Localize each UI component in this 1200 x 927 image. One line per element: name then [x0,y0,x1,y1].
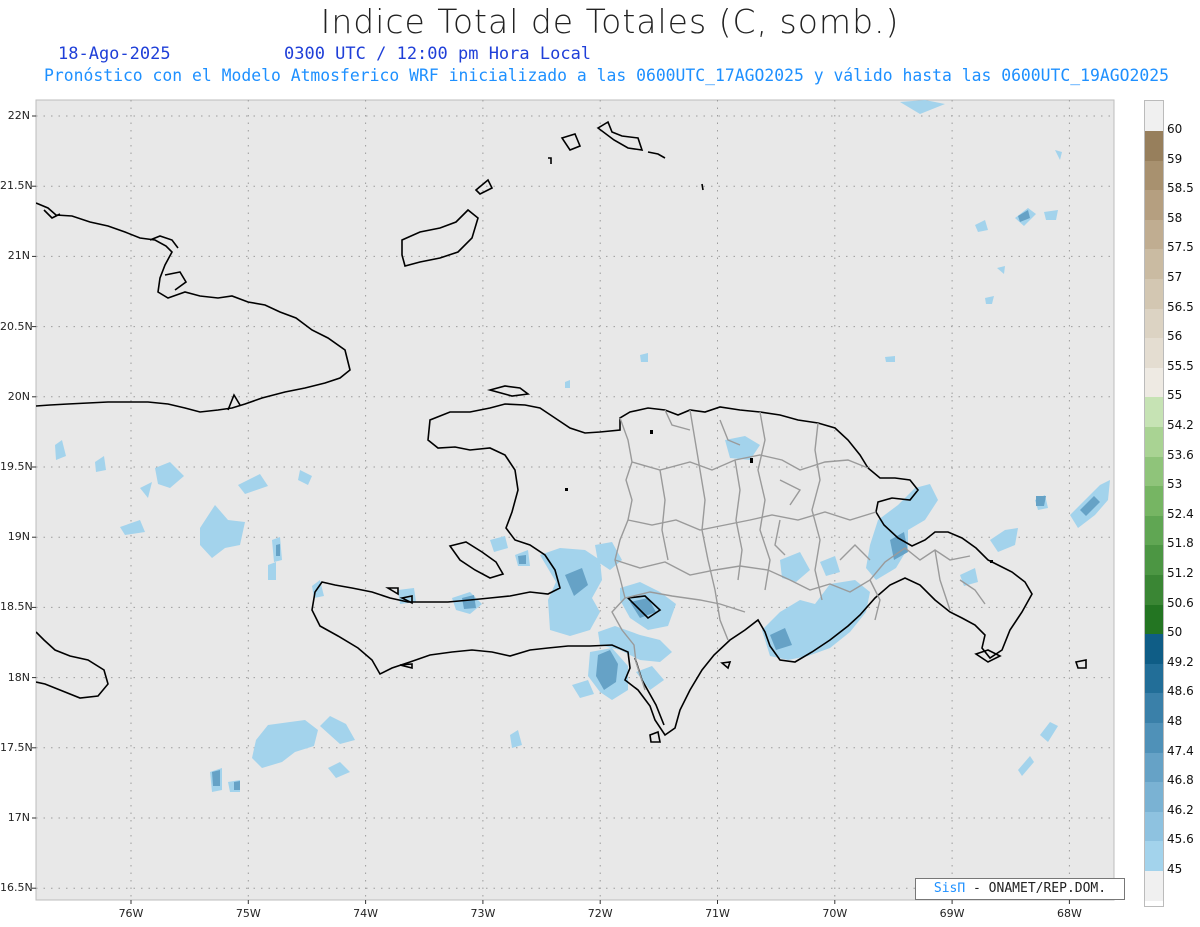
colorbar-label: 51.2 [1167,566,1194,580]
coastline-islet [701,183,704,191]
colorbar-segment [1145,723,1163,754]
colorbar-label: 50.6 [1167,595,1194,610]
lon-label: 76W [118,907,144,920]
colorbar-segment [1145,101,1163,131]
colorbar-label: 45.6 [1167,832,1194,847]
credit-text: - ONAMET/REP.DOM. [965,881,1107,896]
shading-area [268,562,276,580]
colorbar-label: 48.6 [1167,684,1194,699]
colorbar-segment [1145,545,1163,576]
colorbar-label: 59 [1167,151,1183,166]
lon-label: 69W [939,907,965,920]
colorbar-segment [1145,456,1163,487]
colorbar-segment [1145,367,1163,398]
lake-point [650,430,653,434]
colorbar-label: 46.8 [1167,773,1194,788]
colorbar-label: 56 [1167,329,1183,344]
colorbar-label: 46.2 [1167,802,1194,817]
lon-label: 75W [235,907,261,920]
colorbar-segment [1145,841,1163,872]
colorbar-label: 60 [1167,122,1183,136]
colorbar-segment [1145,663,1163,694]
lon-label: 72W [587,907,613,920]
lat-label: 19.5N [0,460,33,473]
colorbar-segment [1145,693,1163,724]
colorbar-label: 51.8 [1167,536,1194,551]
colorbar-segment [1145,486,1163,517]
lat-label: 17.5N [0,740,33,754]
lon-label: 70W [822,907,848,920]
colorbar-label: 53 [1167,477,1183,492]
shading-core [234,781,240,790]
lat-label: 19N [7,530,30,544]
colorbar-segment [1145,160,1163,191]
lat-label: 18N [7,670,30,684]
lat-label: 21N [7,249,30,263]
lat-label: 22N [7,109,30,122]
map-canvas [32,99,1115,904]
lat-label: 20N [7,389,30,403]
lake-point [565,488,568,491]
lat-label: 16.5N [0,881,33,895]
lon-label: 68W [1056,907,1082,920]
colorbar-label: 54.2 [1167,418,1194,432]
lat-label: 17N [7,811,30,824]
colorbar-label: 49.2 [1167,654,1194,669]
colorbar-segment [1145,131,1163,162]
colorbar-segment [1145,515,1163,546]
colorbar-label: 58.5 [1167,181,1194,196]
shading-core [518,555,526,564]
lon-label: 73W [470,907,496,920]
lat-label: 18.5N [0,600,33,614]
shading-area [885,356,895,362]
colorbar-segment [1145,811,1163,842]
colorbar-label: 52.4 [1167,506,1194,521]
colorbar-label: 55.5 [1167,358,1194,373]
colorbar-segment [1145,871,1163,902]
colorbar-label: 45 [1167,862,1183,876]
colorbar-label: 57.5 [1167,240,1194,255]
credit-box: SisΠ - ONAMET/REP.DOM. [915,878,1125,900]
lon-label: 74W [353,907,379,920]
colorbar-segment [1145,219,1163,250]
colorbar-label: 56.5 [1167,299,1194,314]
colorbar-segment [1145,397,1163,428]
colorbar-segment [1145,575,1163,606]
colorbar-segment [1145,634,1163,665]
colorbar-segment [1145,279,1163,310]
colorbar-label: 58 [1167,210,1183,225]
colorbar-label: 53.6 [1167,447,1194,462]
colorbar-segment [1145,190,1163,221]
colorbar-label: 48 [1167,714,1183,728]
lat-label: 21.5N [0,179,33,193]
lake-point [990,560,993,563]
colorbar-segment [1145,249,1163,280]
lake-point [750,458,753,463]
colorbar-label: 57 [1167,270,1183,284]
colorbar-segment [1145,752,1163,783]
colorbar [1144,100,1164,907]
colorbar-segment [1145,604,1163,635]
lat-label: 20.5N [0,319,33,333]
colorbar-segment [1145,782,1163,813]
colorbar-segment [1145,308,1163,339]
colorbar-label: 47.4 [1167,743,1194,758]
colorbar-label: 55 [1167,388,1183,403]
colorbar-segment [1145,427,1163,458]
colorbar-segment [1145,338,1163,369]
lon-label: 71W [705,907,730,920]
shading-core [212,770,220,786]
colorbar-label: 50 [1167,625,1183,640]
credit-logo: SisΠ [933,881,966,896]
shading-core [276,544,280,556]
